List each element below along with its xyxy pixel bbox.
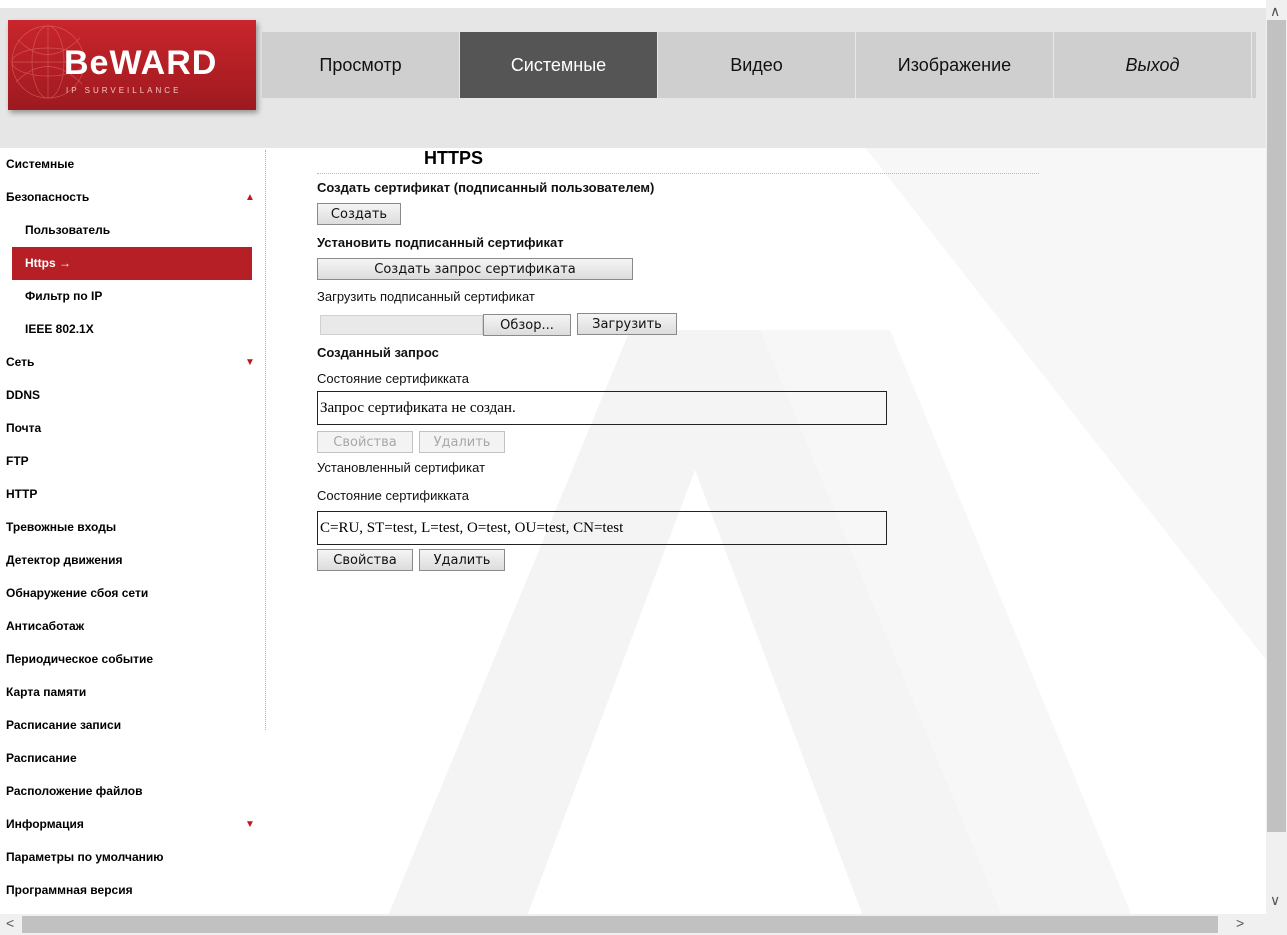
nav-view[interactable]: Просмотр — [262, 32, 460, 98]
expand-down-icon: ▼ — [245, 819, 255, 830]
sidebar-item-motion-detector[interactable]: Детектор движения — [0, 544, 262, 577]
create-request-button[interactable]: Создать запрос сертификата — [317, 258, 633, 280]
page-title: HTTPS — [424, 148, 484, 168]
logo-text: BeWARD — [64, 44, 218, 82]
sidebar-item-periodic-event[interactable]: Периодическое событие — [0, 643, 262, 676]
sidebar-item-schedule[interactable]: Расписание — [0, 742, 262, 775]
sidebar-item-system[interactable]: Системные — [0, 148, 262, 181]
beward-logo[interactable]: BeWARD IP SURVEILLANCE — [8, 20, 256, 110]
sidebar-item-memory-card[interactable]: Карта памяти — [0, 676, 262, 709]
sidebar-item-http[interactable]: HTTP — [0, 478, 262, 511]
sidebar-item-network-failure[interactable]: Обнаружение сбоя сети — [0, 577, 262, 610]
create-button[interactable]: Создать — [317, 203, 401, 225]
sidebar-item-record-schedule[interactable]: Расписание записи — [0, 709, 262, 742]
created-request-heading: Созданный запрос — [317, 345, 439, 360]
horizontal-scroll-thumb[interactable] — [22, 916, 1218, 933]
sidebar-divider — [265, 150, 266, 730]
browse-button[interactable]: Обзор... — [483, 314, 571, 336]
arrow-right-icon: → — [59, 256, 72, 270]
expand-down-icon: ▼ — [245, 357, 255, 368]
scroll-down-icon[interactable]: ∨ — [1270, 892, 1280, 909]
create-cert-heading: Создать сертификат (подписанный пользова… — [317, 180, 655, 195]
sidebar-item-file-location[interactable]: Расположение файлов — [0, 775, 262, 808]
sidebar-item-mail[interactable]: Почта — [0, 412, 262, 445]
top-nav: Просмотр Системные Видео Изображение Вых… — [262, 32, 1256, 98]
installed-cert-label: Установленный сертификат — [317, 460, 486, 475]
sidebar-item-ieee8021x[interactable]: IEEE 802.1X — [0, 313, 262, 346]
sidebar-item-network[interactable]: Сеть ▼ — [0, 346, 262, 379]
vertical-scroll-thumb[interactable] — [1267, 20, 1286, 832]
file-path-field[interactable] — [320, 315, 483, 335]
scroll-up-icon[interactable]: ∧ — [1270, 3, 1280, 20]
installed-properties-button[interactable]: Свойства — [317, 549, 413, 571]
upload-signed-label: Загрузить подписанный сертификат — [317, 289, 535, 304]
sidebar-item-information[interactable]: Информация ▼ — [0, 808, 262, 841]
nav-image[interactable]: Изображение — [856, 32, 1054, 98]
installed-status-field: C=RU, ST=test, L=test, O=test, OU=test, … — [317, 511, 887, 545]
request-status-field: Запрос сертификата не создан. — [317, 391, 887, 425]
sidebar-item-alarm-inputs[interactable]: Тревожные входы — [0, 511, 262, 544]
title-divider — [317, 173, 1039, 174]
sidebar-item-ftp[interactable]: FTP — [0, 445, 262, 478]
nav-system[interactable]: Системные — [460, 32, 658, 98]
sidebar-item-https[interactable]: Https → — [12, 247, 252, 280]
nav-video[interactable]: Видео — [658, 32, 856, 98]
logo-subtext: IP SURVEILLANCE — [66, 86, 182, 95]
scroll-right-icon[interactable]: > — [1236, 915, 1244, 931]
expand-up-icon: ▲ — [245, 192, 255, 203]
sidebar-item-user[interactable]: Пользователь — [0, 214, 262, 247]
sidebar-item-ddns[interactable]: DDNS — [0, 379, 262, 412]
upload-button[interactable]: Загрузить — [577, 313, 677, 335]
sidebar: Системные Безопасность ▲ Пользователь Htt… — [0, 148, 262, 907]
nav-exit[interactable]: Выход — [1054, 32, 1252, 98]
request-properties-button[interactable]: Свойства — [317, 431, 413, 453]
request-status-label: Состояние сертификката — [317, 371, 469, 386]
request-delete-button[interactable]: Удалить — [419, 431, 505, 453]
sidebar-item-security[interactable]: Безопасность ▲ — [0, 181, 262, 214]
install-signed-heading: Установить подписанный сертификат — [317, 235, 564, 250]
sidebar-item-ip-filter[interactable]: Фильтр по IP — [0, 280, 262, 313]
installed-delete-button[interactable]: Удалить — [419, 549, 505, 571]
scroll-left-icon[interactable]: < — [6, 915, 14, 931]
installed-status-label: Состояние сертификката — [317, 488, 469, 503]
sidebar-item-anti-sabotage[interactable]: Антисаботаж — [0, 610, 262, 643]
sidebar-item-firmware-version[interactable]: Программная версия — [0, 874, 262, 907]
sidebar-item-defaults[interactable]: Параметры по умолчанию — [0, 841, 262, 874]
